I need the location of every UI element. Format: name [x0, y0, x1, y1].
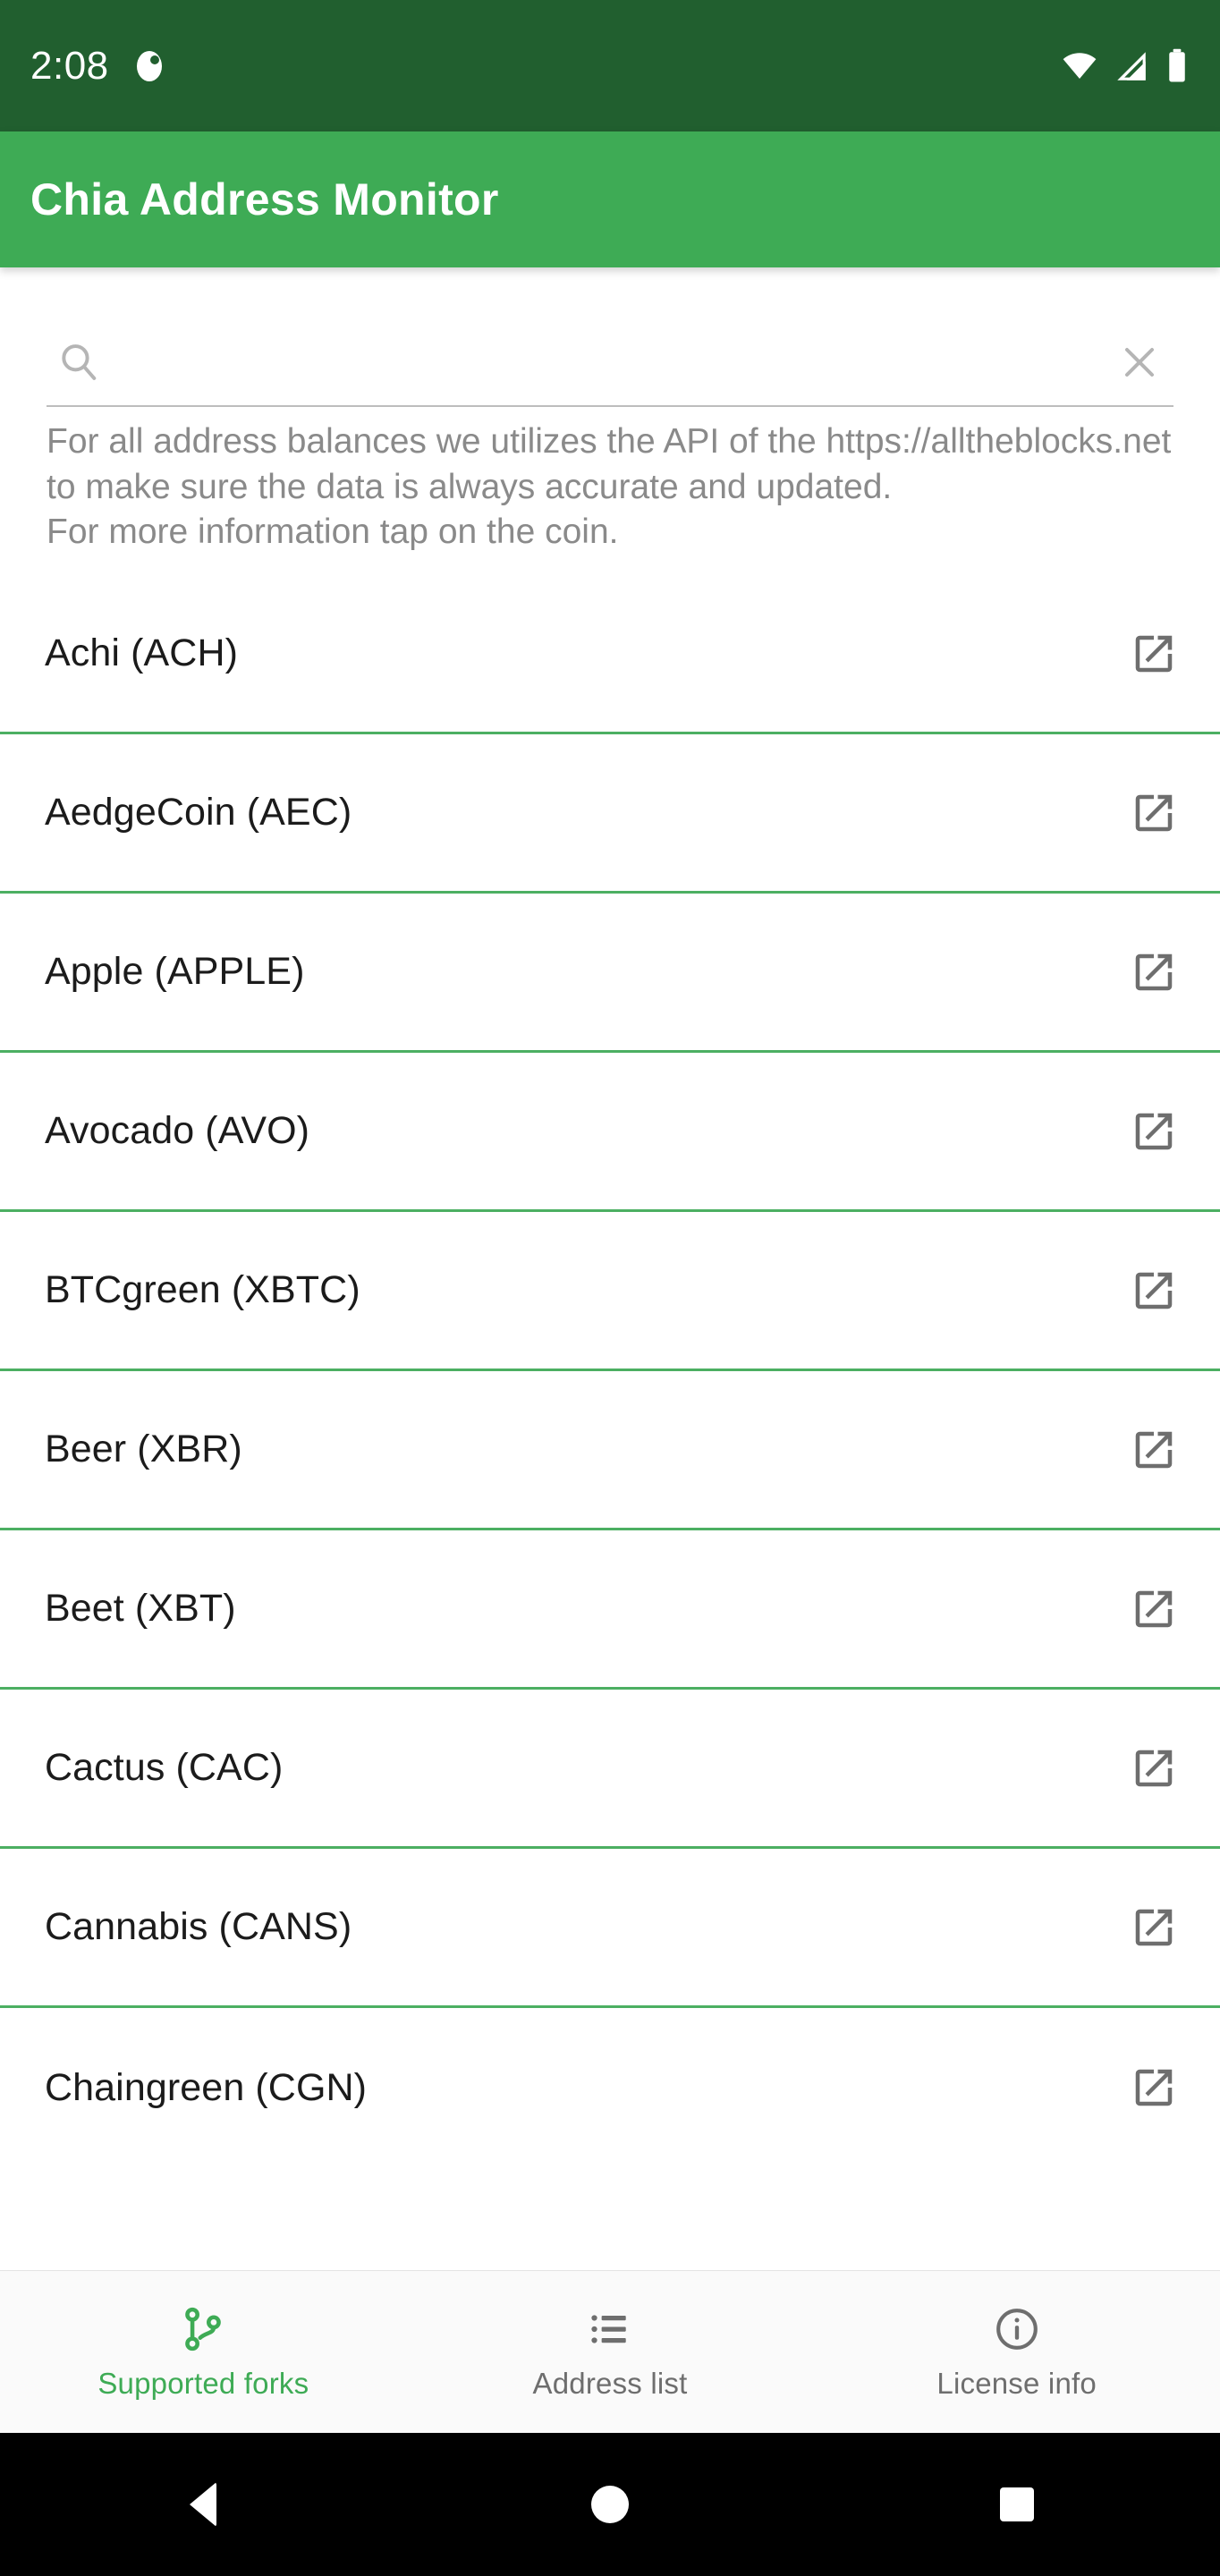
- fork-list-item-label: Avocado (AVO): [45, 1109, 310, 1153]
- fork-icon: [178, 2304, 228, 2354]
- bottom-nav-item-label: Supported forks: [97, 2366, 309, 2400]
- open-in-new-icon[interactable]: [1127, 1264, 1181, 1318]
- open-in-new-icon[interactable]: [1127, 1582, 1181, 1636]
- fork-list-item[interactable]: BTCgreen (XBTC): [0, 1212, 1220, 1372]
- fork-list-item-label: Achi (ACH): [45, 631, 239, 675]
- battery-icon: [1165, 47, 1190, 85]
- info-block: For all address balances we utilizes the…: [0, 407, 1220, 555]
- open-in-new-icon[interactable]: [1127, 1901, 1181, 1954]
- bottom-nav-item-supported-forks[interactable]: Supported forks: [0, 2271, 407, 2433]
- fork-list-item-label: Apple (APPLE): [45, 950, 305, 994]
- bottom-nav-item-label: Address list: [532, 2366, 688, 2400]
- status-clock: 2:08: [30, 43, 109, 88]
- search-icon[interactable]: [54, 337, 104, 387]
- list-icon: [585, 2304, 635, 2354]
- open-in-new-icon[interactable]: [1127, 1423, 1181, 1477]
- fork-list-item-label: Beet (XBT): [45, 1587, 236, 1631]
- fork-list-item[interactable]: Apple (APPLE): [0, 894, 1220, 1054]
- recents-square-icon[interactable]: [963, 2451, 1071, 2558]
- fork-list-item-label: AedgeCoin (AEC): [45, 791, 352, 835]
- bottom-nav-item-address-list[interactable]: Address list: [407, 2271, 814, 2433]
- app-root: 2:08 Chia Address Monitor For all addres…: [0, 0, 1220, 2576]
- wifi-icon: [1061, 47, 1098, 85]
- status-bar: 2:08: [0, 0, 1220, 131]
- search-area: [0, 267, 1220, 407]
- bottom-navigation: Supported forks Address list License info: [0, 2270, 1220, 2433]
- fork-list-item-label: Beer (XBR): [45, 1428, 242, 1471]
- android-system-nav: [0, 2433, 1220, 2576]
- open-in-new-icon[interactable]: [1127, 786, 1181, 840]
- fork-list-item[interactable]: Cannabis (CANS): [0, 1849, 1220, 2009]
- back-triangle-icon[interactable]: [149, 2451, 257, 2558]
- fork-list-item[interactable]: Beer (XBR): [0, 1371, 1220, 1531]
- home-circle-icon[interactable]: [556, 2451, 664, 2558]
- status-bar-left: 2:08: [30, 43, 166, 88]
- search-bar[interactable]: [47, 326, 1173, 407]
- page-title: Chia Address Monitor: [30, 174, 499, 225]
- fork-list-item[interactable]: AedgeCoin (AEC): [0, 734, 1220, 894]
- status-bar-right: [1061, 47, 1190, 85]
- fork-list-item[interactable]: Cactus (CAC): [0, 1690, 1220, 1850]
- notification-dot-icon: [132, 49, 166, 83]
- fork-list-item-label: Cannabis (CANS): [45, 1905, 352, 1949]
- info-text: For all address balances we utilizes the…: [47, 422, 1172, 552]
- supported-forks-list[interactable]: Achi (ACH) AedgeCoin (AEC) Apple (APPLE) Av…: [0, 555, 1220, 2270]
- info-circle-icon: [992, 2304, 1042, 2354]
- open-in-new-icon[interactable]: [1127, 1741, 1181, 1795]
- fork-list-item[interactable]: Avocado (AVO): [0, 1053, 1220, 1213]
- bottom-nav-item-license-info[interactable]: License info: [813, 2271, 1220, 2433]
- fork-list-item-label: BTCgreen (XBTC): [45, 1268, 360, 1312]
- fork-list-item-label: Cactus (CAC): [45, 1746, 284, 1790]
- cell-signal-icon: [1113, 47, 1150, 85]
- open-in-new-icon[interactable]: [1127, 1105, 1181, 1158]
- open-in-new-icon[interactable]: [1127, 945, 1181, 999]
- close-icon[interactable]: [1114, 337, 1165, 387]
- bottom-nav-item-label: License info: [936, 2366, 1097, 2400]
- fork-list-item[interactable]: Achi (ACH): [0, 575, 1220, 735]
- search-input[interactable]: [104, 335, 1114, 389]
- open-in-new-icon[interactable]: [1127, 627, 1181, 681]
- open-in-new-icon[interactable]: [1127, 2061, 1181, 2114]
- fork-list-item-label: Chaingreen (CGN): [45, 2065, 368, 2109]
- fork-list-item[interactable]: Chaingreen (CGN): [0, 2008, 1220, 2168]
- app-bar: Chia Address Monitor: [0, 131, 1220, 267]
- fork-list-item[interactable]: Beet (XBT): [0, 1530, 1220, 1690]
